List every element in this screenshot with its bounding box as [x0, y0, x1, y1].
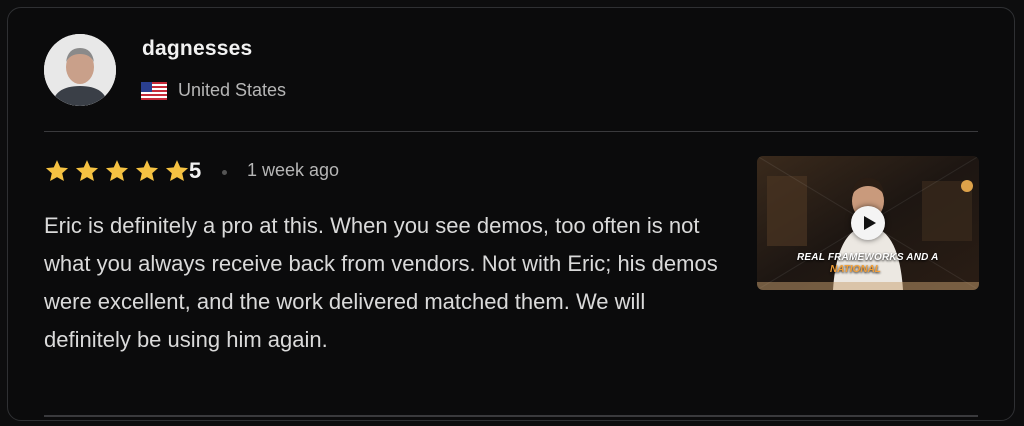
header-divider	[44, 131, 978, 132]
star-icon	[105, 160, 129, 181]
rating-value: 5	[189, 158, 202, 183]
star-icon	[45, 160, 69, 181]
star-icon	[165, 160, 189, 181]
review-text: Eric is definitely a pro at this. When y…	[44, 213, 718, 352]
reviewer-avatar[interactable]	[44, 34, 116, 106]
reviewer-country: United States	[178, 80, 287, 100]
reviewer-username[interactable]: dagnesses	[142, 37, 252, 61]
video-thumbnail[interactable]: REAL FRAMEWORKS AND A NATIONAL	[757, 156, 979, 290]
star-rating	[44, 158, 190, 184]
thumbnail-title-line2: NATIONAL	[830, 264, 881, 275]
star-icon	[135, 160, 159, 181]
review-card: dagnesses United States 5 1 week ago Eri…	[7, 7, 1015, 421]
star-icon	[75, 160, 99, 181]
thumbnail-title-line1: REAL FRAMEWORKS AND A	[797, 252, 939, 263]
footer-divider	[44, 415, 978, 417]
avatar-photo	[44, 34, 116, 106]
us-flag-icon	[141, 82, 167, 100]
review-time: 1 week ago	[247, 160, 340, 180]
play-icon[interactable]	[851, 206, 885, 240]
separator-dot	[222, 170, 227, 175]
